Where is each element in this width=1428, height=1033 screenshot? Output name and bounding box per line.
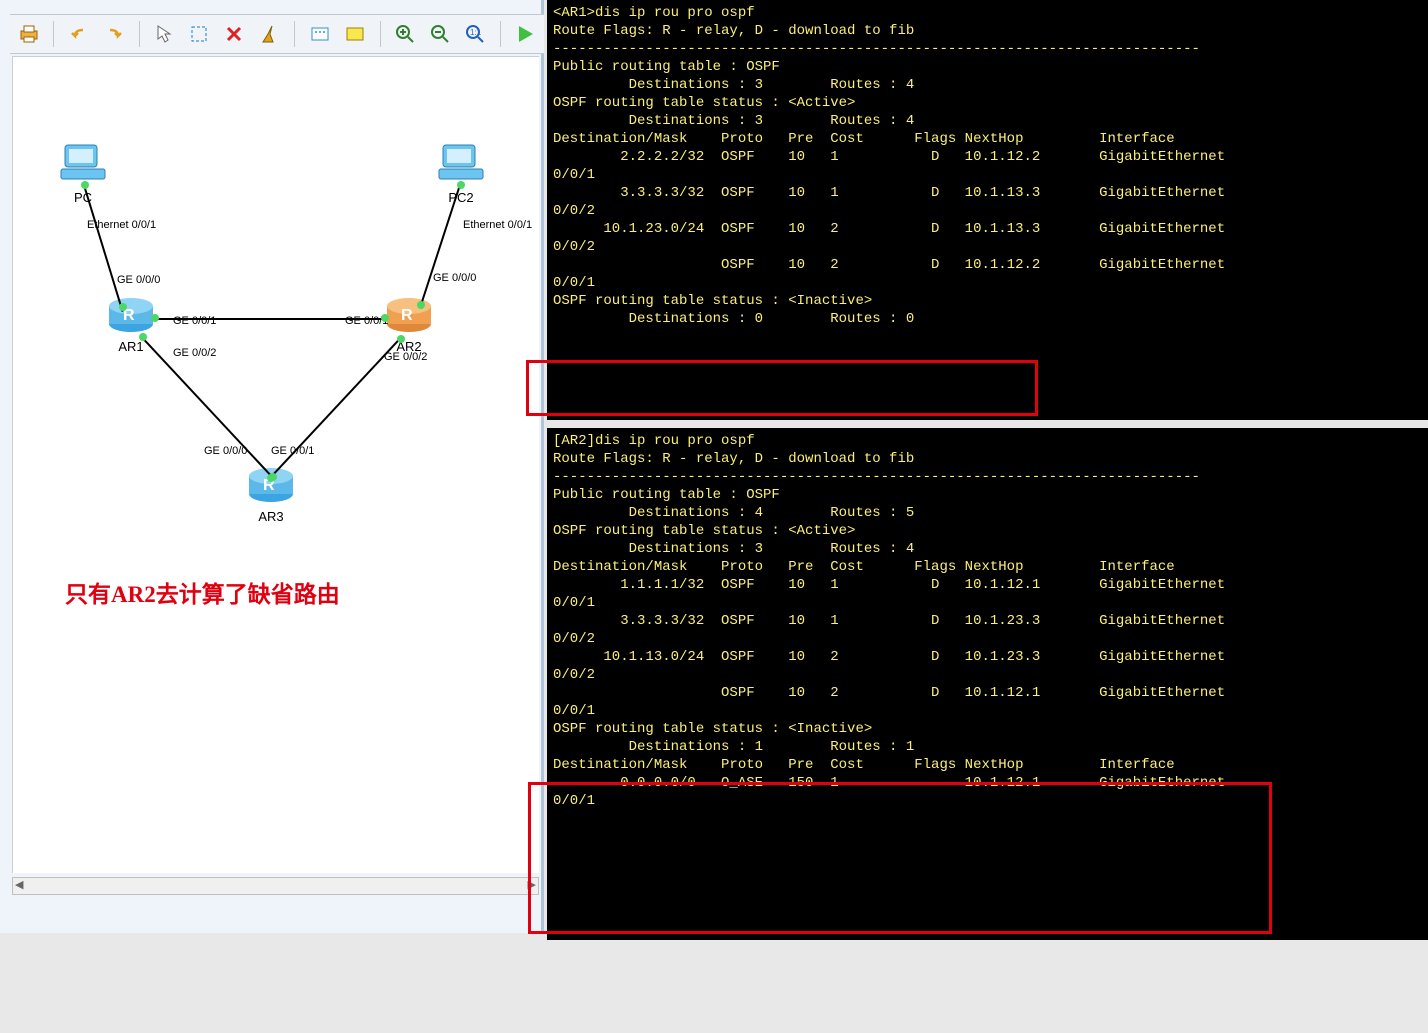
link-end bbox=[81, 181, 89, 189]
pc-icon bbox=[437, 143, 485, 185]
separator bbox=[294, 21, 295, 47]
play-icon[interactable] bbox=[515, 22, 536, 46]
interface-label: GE 0/0/0 bbox=[117, 274, 160, 286]
link-end bbox=[417, 301, 425, 309]
svg-text:R: R bbox=[401, 307, 413, 324]
topology-canvas[interactable]: PC Ethernet 0/0/1 PC2 Ethernet 0/0/1 R A… bbox=[12, 56, 539, 873]
palette-icon[interactable] bbox=[344, 22, 365, 46]
interface-label: GE 0/0/0 bbox=[433, 272, 476, 284]
router-icon: R bbox=[247, 464, 295, 504]
annotation-text: 只有AR2去计算了缺省路由 bbox=[65, 575, 340, 609]
zoom-in-icon[interactable] bbox=[394, 22, 415, 46]
terminal-ar1[interactable]: <AR1>dis ip rou pro ospf Route Flags: R … bbox=[547, 0, 1428, 420]
device-label: AR3 bbox=[247, 509, 295, 524]
redo-icon[interactable] bbox=[103, 22, 124, 46]
interface-label: Ethernet 0/0/1 bbox=[463, 219, 532, 231]
text-box-icon[interactable] bbox=[309, 22, 330, 46]
link-end bbox=[397, 335, 405, 343]
interface-label: GE 0/0/0 bbox=[204, 445, 247, 457]
router-icon: R bbox=[385, 294, 433, 334]
pc-icon bbox=[59, 143, 107, 185]
link-end bbox=[151, 314, 159, 322]
interface-label: GE 0/0/2 bbox=[173, 347, 216, 359]
device-label: PC bbox=[59, 190, 107, 205]
simulator-panel: 1:1 PC Ethernet 0/0/1 PC2 Ethernet 0/0/1… bbox=[0, 0, 544, 933]
separator bbox=[500, 21, 501, 47]
link-end bbox=[381, 314, 389, 322]
svg-text:1:1: 1:1 bbox=[470, 28, 482, 37]
zoom-out-icon[interactable] bbox=[430, 22, 451, 46]
interface-label: GE 0/0/1 bbox=[173, 315, 216, 327]
link bbox=[271, 338, 401, 477]
device-label: PC2 bbox=[437, 190, 485, 205]
print-icon[interactable] bbox=[18, 22, 39, 46]
router-icon: R bbox=[107, 294, 155, 334]
terminal-ar2[interactable]: [AR2]dis ip rou pro ospf Route Flags: R … bbox=[547, 428, 1428, 940]
link-end bbox=[119, 303, 127, 311]
separator bbox=[53, 21, 54, 47]
link-end bbox=[267, 474, 275, 482]
select-rect-icon[interactable] bbox=[189, 22, 210, 46]
horizontal-scrollbar[interactable] bbox=[12, 877, 539, 895]
separator bbox=[139, 21, 140, 47]
device-pc2[interactable]: PC2 bbox=[437, 143, 485, 205]
device-pc1[interactable]: PC bbox=[59, 143, 107, 205]
pointer-icon[interactable] bbox=[153, 22, 174, 46]
link-end bbox=[139, 333, 147, 341]
delete-icon[interactable] bbox=[224, 22, 245, 46]
toolbar: 1:1 bbox=[10, 14, 544, 54]
interface-label: GE 0/0/2 bbox=[384, 351, 427, 363]
link-end bbox=[457, 181, 465, 189]
separator bbox=[380, 21, 381, 47]
zoom-fit-icon[interactable]: 1:1 bbox=[465, 22, 486, 46]
undo-icon[interactable] bbox=[68, 22, 89, 46]
link bbox=[155, 318, 387, 320]
broom-icon[interactable] bbox=[259, 22, 280, 46]
